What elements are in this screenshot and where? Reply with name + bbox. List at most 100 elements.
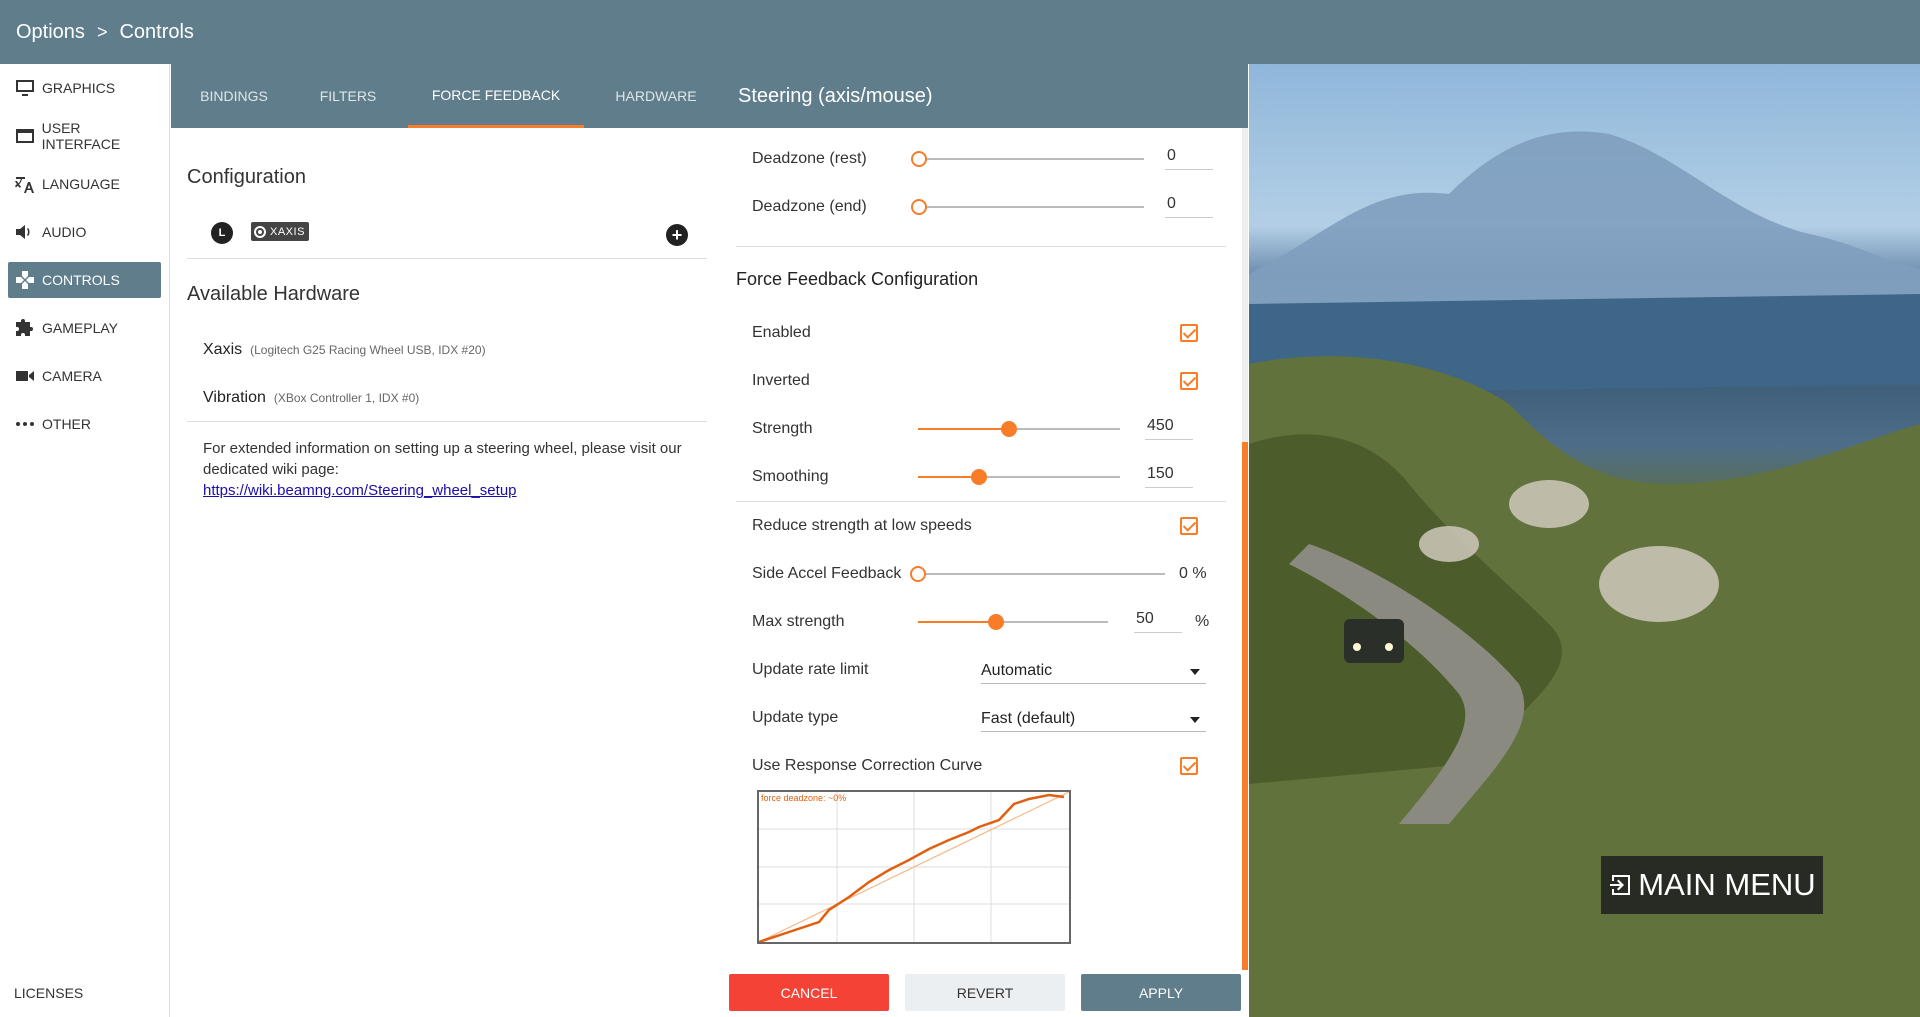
update-type-row: Update type Fast (default) xyxy=(752,698,1226,738)
update-rate-select[interactable]: Automatic xyxy=(981,662,1206,684)
deadzone-rest-value[interactable]: 0 xyxy=(1165,147,1213,170)
exit-icon xyxy=(1610,875,1631,895)
slider-fill xyxy=(918,428,1009,430)
slider-knob[interactable] xyxy=(970,469,987,485)
breadcrumb-separator: > xyxy=(96,21,108,42)
response-curve-row: Use Response Correction Curve xyxy=(752,746,1226,786)
reduce-strength-checkbox[interactable] xyxy=(1180,517,1198,535)
max-strength-slider[interactable] xyxy=(918,614,1108,630)
inverted-label: Inverted xyxy=(752,372,810,389)
wiki-link[interactable]: https://wiki.beamng.com/Steering_wheel_s… xyxy=(203,480,683,501)
deadzone-end-slider[interactable] xyxy=(911,199,1144,215)
enabled-row: Enabled xyxy=(752,313,1226,353)
tab-filters[interactable]: FILTERS xyxy=(295,64,401,128)
scrollbar-thumb[interactable] xyxy=(1242,442,1248,970)
hardware-desc: (XBox Controller 1, IDX #0) xyxy=(273,391,420,405)
configuration-title: Configuration xyxy=(187,166,306,188)
strength-label: Strength xyxy=(752,420,813,437)
licenses-link[interactable]: LICENSES xyxy=(14,985,83,1001)
slider-knob[interactable] xyxy=(911,151,927,167)
side-accel-value[interactable]: 0 % xyxy=(1179,565,1207,583)
sidebar: GRAPHICS USER INTERFACE LANGUAGE AUDIO C… xyxy=(0,64,170,1017)
hardware-item[interactable]: Xaxis (Logitech G25 Racing Wheel USB, ID… xyxy=(203,341,486,359)
slider-fill xyxy=(918,621,996,623)
cancel-button[interactable]: CANCEL xyxy=(729,974,889,1011)
hardware-item[interactable]: Vibration (XBox Controller 1, IDX #0) xyxy=(203,389,419,407)
smoothing-slider[interactable] xyxy=(918,469,1120,485)
hardware-name: Xaxis xyxy=(203,341,243,358)
sidebar-item-label: LANGUAGE xyxy=(42,176,120,192)
max-strength-unit: % xyxy=(1195,613,1210,630)
sidebar-item-gameplay[interactable]: GAMEPLAY xyxy=(8,310,161,346)
max-strength-label: Max strength xyxy=(752,613,845,630)
sidebar-item-other[interactable]: OTHER xyxy=(8,406,161,442)
slider-knob[interactable] xyxy=(910,566,926,582)
xaxis-badge[interactable]: XAXIS xyxy=(251,222,309,241)
divider xyxy=(736,501,1226,502)
sidebar-item-audio[interactable]: AUDIO xyxy=(8,214,161,250)
reduce-strength-label: Reduce strength at low speeds xyxy=(752,517,972,534)
slider-knob[interactable] xyxy=(911,199,927,215)
panel-scrollbar[interactable] xyxy=(1242,128,1248,970)
sidebar-item-language[interactable]: LANGUAGE xyxy=(8,166,161,202)
tab-bar: BINDINGS FILTERS FORCE FEEDBACK HARDWARE xyxy=(171,64,736,128)
side-accel-slider[interactable] xyxy=(910,566,1165,582)
sidebar-item-label: AUDIO xyxy=(42,224,87,240)
response-curve-plot: force deadzone: ~0% xyxy=(758,791,1070,944)
window-icon xyxy=(14,126,36,146)
main-menu-label: MAIN MENU xyxy=(1638,867,1816,902)
speaker-icon xyxy=(14,222,36,242)
translate-icon xyxy=(14,174,36,194)
add-binding-button[interactable]: + xyxy=(666,224,688,246)
available-hardware-title: Available Hardware xyxy=(187,283,361,305)
deadzone-end-label: Deadzone (end) xyxy=(752,198,867,215)
divider xyxy=(187,258,707,259)
monitor-icon xyxy=(14,78,36,98)
strength-value[interactable]: 450 xyxy=(1145,417,1193,440)
breadcrumb-root[interactable]: Options xyxy=(16,21,85,44)
slider-knob[interactable] xyxy=(1000,421,1017,437)
update-type-select[interactable]: Fast (default) xyxy=(981,710,1206,732)
axis-icon xyxy=(254,225,266,238)
top-bar: Options > Controls xyxy=(0,0,1920,64)
apply-button[interactable]: APPLY xyxy=(1081,974,1241,1011)
info-text-block: For extended information on setting up a… xyxy=(203,438,683,501)
video-camera-icon xyxy=(14,366,36,386)
gamepad-icon xyxy=(14,270,36,290)
breadcrumb-current: Controls xyxy=(119,20,194,43)
inverted-row: Inverted xyxy=(752,361,1226,401)
info-text: For extended information on setting up a… xyxy=(203,440,682,478)
side-accel-row: Side Accel Feedback 0 % xyxy=(752,554,1226,594)
more-dots-icon xyxy=(14,414,36,434)
deadzone-end-row: Deadzone (end) 0 xyxy=(752,187,1226,227)
strength-row: Strength 450 xyxy=(752,409,1226,449)
panel-title: Steering (axis/mouse) xyxy=(738,84,933,107)
enabled-label: Enabled xyxy=(752,324,811,341)
sidebar-item-graphics[interactable]: GRAPHICS xyxy=(8,70,161,106)
deadzone-end-value[interactable]: 0 xyxy=(1165,195,1213,218)
panel-header: Steering (axis/mouse) xyxy=(736,64,1248,128)
response-curve-graph: force deadzone: ~0% xyxy=(757,790,1071,944)
hardware-desc: (Logitech G25 Racing Wheel USB, IDX #20) xyxy=(250,343,486,357)
smoothing-value[interactable]: 150 xyxy=(1145,465,1193,488)
sidebar-item-user-interface[interactable]: USER INTERFACE xyxy=(8,118,161,154)
slider-knob[interactable] xyxy=(987,614,1004,630)
max-strength-value[interactable]: 50 xyxy=(1134,610,1182,633)
left-content: Configuration L XAXIS + Available Hardwa… xyxy=(171,128,736,1017)
deadzone-rest-slider[interactable] xyxy=(911,151,1144,167)
enabled-checkbox[interactable] xyxy=(1180,324,1198,342)
strength-slider[interactable] xyxy=(918,421,1120,437)
sidebar-item-camera[interactable]: CAMERA xyxy=(8,358,161,394)
sidebar-item-controls[interactable]: CONTROLS xyxy=(8,262,161,298)
reduce-strength-row: Reduce strength at low speeds xyxy=(752,506,1226,546)
tab-bindings[interactable]: BINDINGS xyxy=(173,64,295,128)
revert-button[interactable]: REVERT xyxy=(905,974,1065,1011)
main-menu-button[interactable]: MAIN MENU xyxy=(1601,856,1823,914)
response-curve-checkbox[interactable] xyxy=(1180,757,1198,775)
sidebar-item-label: OTHER xyxy=(42,416,91,432)
inverted-checkbox[interactable] xyxy=(1180,372,1198,390)
sidebar-item-label: CAMERA xyxy=(42,368,102,384)
sidebar-item-label: USER INTERFACE xyxy=(41,120,121,152)
tab-force-feedback[interactable]: FORCE FEEDBACK xyxy=(408,64,584,128)
tab-hardware[interactable]: HARDWARE xyxy=(586,64,726,128)
